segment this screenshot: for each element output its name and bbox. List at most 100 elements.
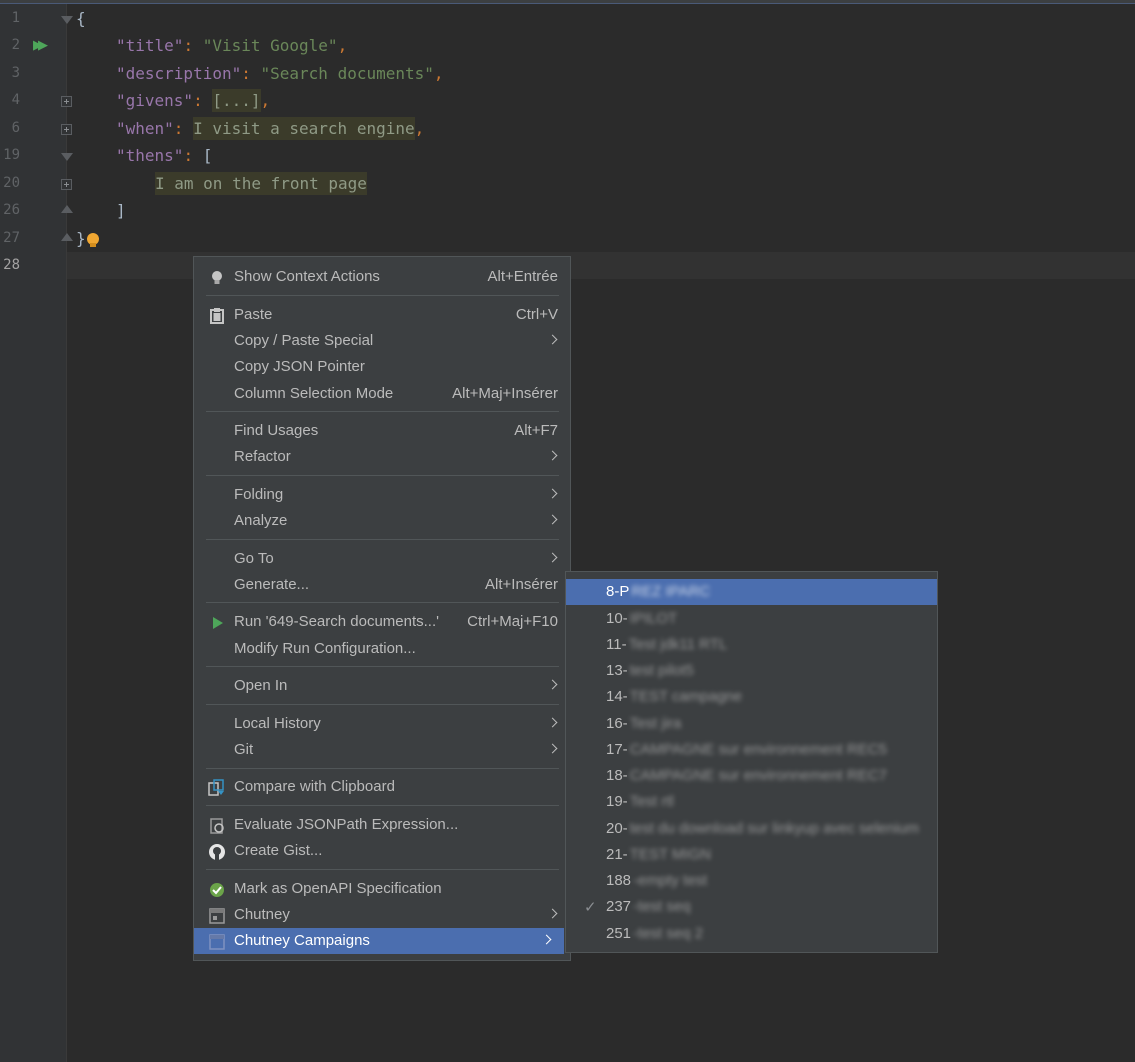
lightbulb-icon[interactable] [87,233,99,247]
menu-separator [206,411,559,412]
code-line[interactable]: ] [116,197,126,224]
code-line[interactable]: { [76,5,86,32]
menu-item-create-gist[interactable]: Create Gist... [194,838,570,864]
campaign-item[interactable]: 11- Test jdk11 RTL [566,632,937,658]
menu-separator [206,602,559,603]
campaigns-submenu: 8-P REZ IPARC 10- IPILOT 11- Test jdk11 RTL… [565,571,938,953]
menu-item-folding[interactable]: Folding [194,482,570,508]
code-line[interactable]: "when": I visit a search engine, [116,115,424,142]
code-line[interactable]: "description": "Search documents", [116,60,444,87]
clipboard-icon [210,308,224,324]
chevron-right-icon [547,717,558,728]
openapi-icon [210,883,224,897]
menu-item-column-selection-mode[interactable]: Column Selection Mode Alt+Maj+Insérer [194,381,570,407]
line-number: 26 [3,202,20,218]
code-line[interactable]: "thens": [ [116,142,212,169]
line-number: 27 [3,230,20,246]
campaign-item[interactable]: 14- TEST campagne [566,684,937,710]
jsonpath-icon [210,818,224,834]
menu-item-compare-with-clipboard[interactable]: Compare with Clipboard [194,774,570,800]
menu-separator [206,295,559,296]
fold-expand-icon[interactable] [61,179,72,190]
fold-end-icon[interactable] [61,205,73,213]
chutney-campaigns-icon [209,934,225,950]
menu-item-open-in[interactable]: Open In [194,673,570,699]
menu-separator [206,768,559,769]
menu-item-refactor[interactable]: Refactor [194,444,570,470]
menu-item-analyze[interactable]: Analyze [194,508,570,534]
campaign-item[interactable]: 13- test pilot5 [566,658,937,684]
chevron-right-icon [547,743,558,754]
menu-separator [206,475,559,476]
chevron-right-icon [547,908,558,919]
menu-separator [206,704,559,705]
run-gutter-icon[interactable]: ▶▶ [33,38,48,53]
menu-item-chutney-campaigns[interactable]: Chutney Campaigns [194,928,564,954]
chevron-right-icon [547,334,558,345]
menu-item-run[interactable]: Run '649-Search documents...' Ctrl+Maj+F… [194,609,570,635]
menu-item-paste[interactable]: Paste Ctrl+V [194,302,570,328]
menu-item-local-history[interactable]: Local History [194,711,570,737]
menu-item-copy-json-pointer[interactable]: Copy JSON Pointer [194,354,570,380]
chevron-right-icon [547,488,558,499]
chevron-right-icon [541,934,552,945]
campaign-item[interactable]: 251 -test seq 2 [566,921,937,947]
menu-item-show-context-actions[interactable]: Show Context Actions Alt+Entrée [194,264,570,290]
line-number: 1 [11,10,20,26]
menu-separator [206,539,559,540]
campaign-item[interactable]: 188 -empty test [566,868,937,894]
menu-separator [206,666,559,667]
code-line[interactable]: } [76,225,86,252]
github-icon [209,844,225,860]
fold-end-icon[interactable] [61,233,73,241]
campaign-item[interactable]: 10- IPILOT [566,606,937,632]
line-number: 6 [11,120,20,136]
fold-collapse-icon[interactable] [61,16,73,24]
chevron-right-icon [547,679,558,690]
chevron-right-icon [547,552,558,563]
menu-separator [206,869,559,870]
fold-collapse-icon[interactable] [61,153,73,161]
menu-separator [206,805,559,806]
menu-item-chutney[interactable]: Chutney [194,902,570,928]
menu-item-copy-paste-special[interactable]: Copy / Paste Special [194,328,570,354]
code-line[interactable]: "givens": [...], [116,87,270,114]
campaign-item[interactable]: 17- CAMPAGNE sur environnement REC5 [566,737,937,763]
menu-item-git[interactable]: Git [194,737,570,763]
checkmark-icon: ✓ [584,898,597,916]
run-icon [213,617,223,629]
fold-expand-icon[interactable] [61,124,72,135]
chevron-right-icon [547,450,558,461]
folded-region[interactable]: I visit a search engine [193,117,415,140]
folded-region[interactable]: [...] [212,89,261,112]
line-number: 3 [11,65,20,81]
fold-expand-icon[interactable] [61,96,72,107]
campaign-item[interactable]: 8-P REZ IPARC [566,579,937,605]
line-number: 19 [3,147,20,163]
line-number: 28 [3,257,20,273]
menu-item-modify-run-configuration[interactable]: Modify Run Configuration... [194,636,570,662]
menu-item-go-to[interactable]: Go To [194,546,570,572]
line-number: 20 [3,175,20,191]
campaign-item[interactable]: 21- TEST MIGN [566,842,937,868]
folded-region[interactable]: I am on the front page [155,172,367,195]
compare-icon [208,779,224,796]
lightbulb-icon [212,271,222,284]
menu-item-find-usages[interactable]: Find Usages Alt+F7 [194,418,570,444]
chevron-right-icon [547,514,558,525]
menu-item-evaluate-jsonpath[interactable]: Evaluate JSONPath Expression... [194,812,570,838]
campaign-item[interactable]: 20- test du download sur linkyup avec sel… [566,816,937,842]
chutney-icon [209,908,225,924]
menu-item-generate[interactable]: Generate... Alt+Insérer [194,572,570,598]
menu-item-mark-as-openapi[interactable]: Mark as OpenAPI Specification [194,876,570,902]
campaign-item[interactable]: 16- Test jira [566,711,937,737]
context-menu: Show Context Actions Alt+Entrée Paste Ct… [193,256,571,961]
code-line[interactable]: "title": "Visit Google", [116,32,347,59]
campaign-item[interactable]: 19- Test rtl [566,789,937,815]
line-number: 2 [11,37,20,53]
code-line[interactable]: I am on the front page [155,170,367,197]
campaign-item[interactable]: ✓ 237 -test seq [566,894,937,920]
campaign-item[interactable]: 18- CAMPAGNE sur environnement REC7 [566,763,937,789]
top-border [0,0,1135,4]
line-number: 4 [11,92,20,108]
